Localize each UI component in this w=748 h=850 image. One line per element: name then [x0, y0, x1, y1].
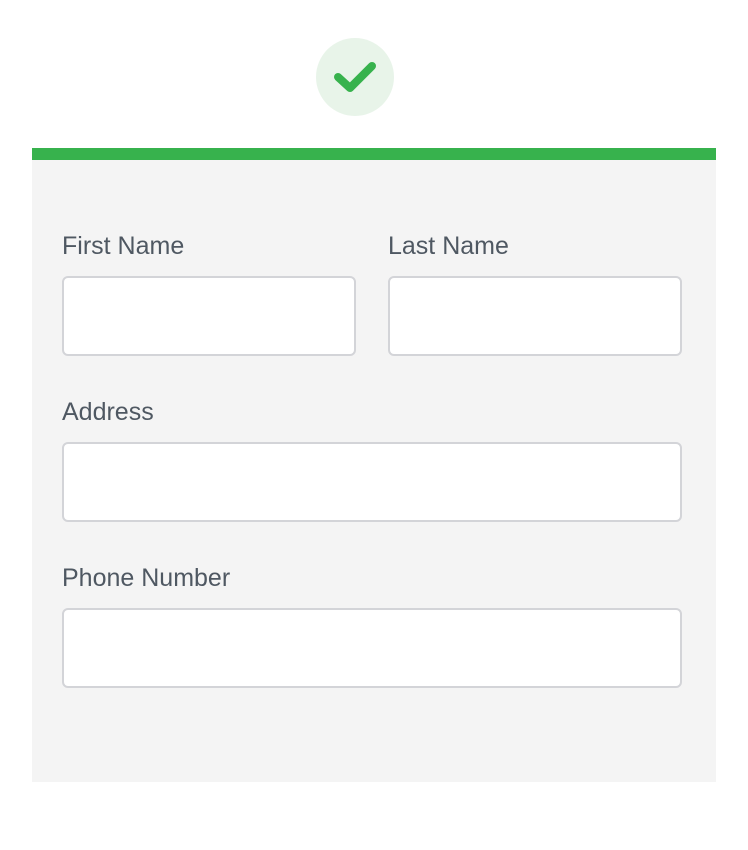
- success-badge: [316, 38, 394, 116]
- last-name-field[interactable]: [388, 276, 682, 356]
- progress-accent-bar: [32, 148, 716, 160]
- first-name-field[interactable]: [62, 276, 356, 356]
- phone-number-label: Phone Number: [62, 564, 231, 592]
- form-card: First Name Last Name Address Phone Numbe…: [32, 148, 716, 782]
- address-label: Address: [62, 398, 154, 426]
- first-name-label: First Name: [62, 232, 185, 260]
- phone-number-field[interactable]: [62, 608, 682, 688]
- check-icon: [334, 62, 376, 92]
- page: First Name Last Name Address Phone Numbe…: [0, 0, 748, 850]
- last-name-label: Last Name: [388, 232, 509, 260]
- address-field[interactable]: [62, 442, 682, 522]
